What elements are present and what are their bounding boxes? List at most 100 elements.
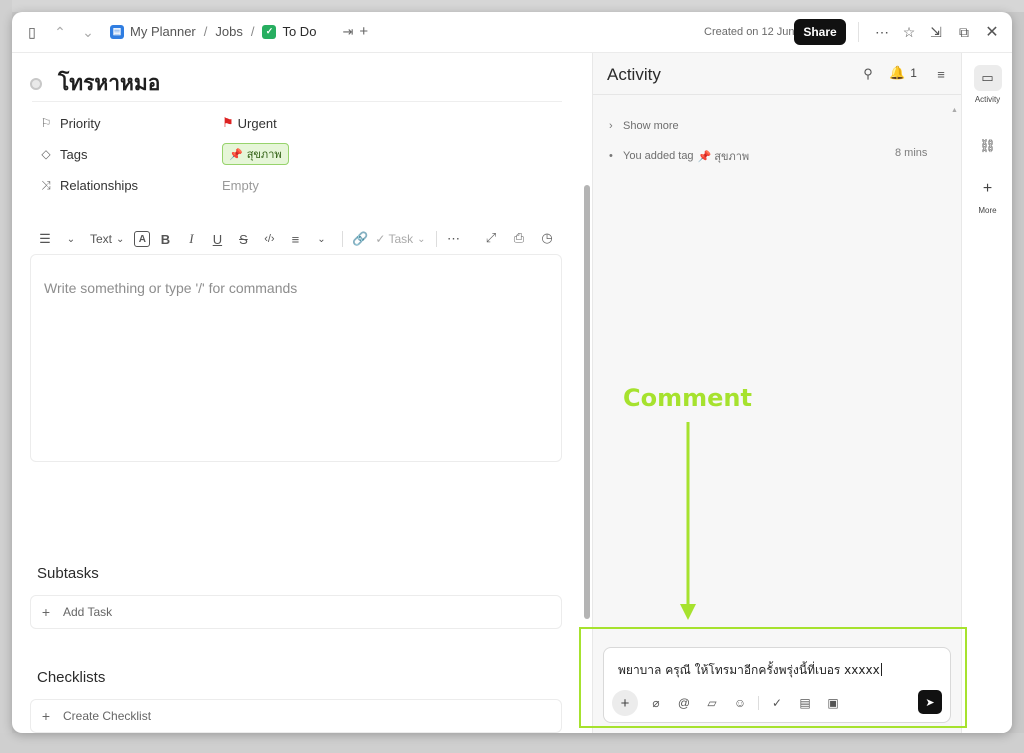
breadcrumb-separator: /: [203, 24, 208, 39]
checklists-title: Checklists: [37, 669, 106, 686]
strikethrough-icon[interactable]: S: [232, 228, 254, 250]
breadcrumb-to-do[interactable]: To Do: [282, 24, 316, 39]
minimize-icon[interactable]: ⇲: [926, 22, 946, 42]
activity-header: Activity ⚲ 🔔 1 ≡: [593, 53, 962, 95]
breadcrumb-my-planner[interactable]: My Planner: [130, 24, 196, 39]
pin-icon: 📌: [697, 150, 712, 163]
checkbox-icon: ✓: [262, 24, 277, 39]
show-more-button[interactable]: › Show more: [609, 120, 679, 132]
task-check-icon: ✓: [375, 232, 386, 246]
task-window: ▯ ⌃ ⌄ ▤ My Planner / Jobs / ✓ To Do ⇥ + …: [12, 12, 1012, 733]
flag-icon: ⚑: [222, 115, 234, 130]
priority-value: Urgent: [237, 115, 277, 131]
annotation-label: Comment: [623, 384, 752, 412]
editor-toolbar: ☰ ⌄ Text ⌄ A B I U S ‹/› ≡ ⌄ 🔗 ✓ Task ⌄ …: [34, 227, 469, 251]
chevron-down-icon[interactable]: ⌄: [310, 228, 332, 250]
history-icon[interactable]: ◷: [536, 227, 558, 249]
property-label: Priority: [60, 115, 101, 131]
relationships-value[interactable]: Empty: [222, 178, 259, 193]
chevron-down-icon: ⌄: [116, 233, 125, 245]
share-button[interactable]: Share: [794, 19, 846, 45]
topbar: ▯ ⌃ ⌄ ▤ My Planner / Jobs / ✓ To Do ⇥ + …: [12, 12, 1012, 53]
status-icon[interactable]: [30, 77, 42, 90]
task-details-pane: โทรหาหมอ ⚐ Priority ⚑ Urgent ◇ Tags 📌 สุ…: [12, 53, 592, 733]
search-icon[interactable]: ⚲: [859, 65, 877, 83]
list-icon[interactable]: ☰: [34, 228, 56, 250]
star-icon[interactable]: ☆: [899, 22, 919, 42]
right-rail: ▭ Activity ⛓ + More: [961, 53, 1012, 733]
italic-icon[interactable]: I: [180, 228, 202, 250]
breadcrumb: ▤ My Planner / Jobs / ✓ To Do ⇥ +: [110, 23, 368, 40]
plus-icon: +: [41, 604, 51, 620]
code-icon[interactable]: ‹/›: [258, 228, 280, 250]
comment-icon: ▭: [973, 65, 1002, 91]
chevron-right-icon: ›: [609, 120, 613, 132]
annotation-arrow: [680, 422, 696, 620]
fullscreen-icon[interactable]: ⤢: [480, 227, 502, 249]
rail-label: Activity: [974, 95, 1001, 104]
created-date: Created on 12 Jun: [704, 26, 795, 38]
link-icon[interactable]: 🔗: [349, 228, 371, 250]
rail-item-more[interactable]: + More: [962, 176, 1012, 215]
tag-chip[interactable]: 📌 สุขภาพ: [222, 143, 289, 165]
scroll-up-icon[interactable]: ▲: [951, 107, 958, 114]
bold-icon[interactable]: B: [154, 228, 176, 250]
bell-icon: 🔔: [889, 65, 906, 80]
rail-item-link[interactable]: ⛓: [962, 133, 1012, 159]
align-icon[interactable]: ≡: [284, 228, 306, 250]
plus-icon: +: [982, 180, 993, 197]
notifications-button[interactable]: 🔔 1: [889, 65, 917, 81]
activity-title: Activity: [607, 65, 661, 84]
add-icon[interactable]: +: [359, 23, 368, 40]
chevron-down-icon: ⌄: [417, 233, 426, 245]
create-checklist-button[interactable]: + Create Checklist: [30, 699, 562, 733]
link-icon: ⛓: [979, 138, 996, 153]
relationship-icon: ⤨: [41, 177, 51, 192]
tag-icon: ◇: [41, 147, 51, 161]
close-icon[interactable]: ✕: [982, 22, 1002, 42]
add-task-button[interactable]: + Add Task: [30, 595, 562, 629]
event-time: 8 mins: [895, 147, 928, 159]
sidebar-toggle-icon[interactable]: ▯: [22, 22, 42, 42]
rail-item-activity[interactable]: ▭ Activity: [962, 65, 1012, 104]
expand-icon[interactable]: ⧉: [954, 22, 974, 42]
more-options-icon[interactable]: ⋯: [872, 22, 892, 42]
background-left: [0, 0, 12, 753]
breadcrumb-separator: /: [250, 24, 255, 39]
scrollbar[interactable]: [584, 185, 590, 619]
bullet-icon: •: [609, 150, 613, 162]
title-divider: [32, 101, 562, 102]
text-color-icon[interactable]: A: [134, 231, 151, 247]
pin-icon: 📌: [229, 148, 243, 161]
flag-outline-icon: ⚐: [40, 116, 52, 130]
property-label: Tags: [60, 146, 88, 162]
planner-icon: ▤: [110, 24, 124, 39]
property-priority[interactable]: ⚐ Priority ⚑ Urgent: [38, 113, 277, 133]
more-options-icon[interactable]: ⋯: [443, 228, 465, 250]
topbar-divider: [858, 22, 859, 42]
chevron-down-icon[interactable]: ⌄: [78, 22, 98, 42]
task-dropdown[interactable]: ✓ Task ⌄: [375, 228, 425, 250]
annotation-highlight-box: [579, 627, 967, 728]
filter-icon[interactable]: ≡: [932, 65, 950, 83]
rail-label: More: [978, 206, 997, 215]
editor-placeholder: Write something or type '/' for commands: [44, 280, 298, 296]
background-strip: [0, 0, 1024, 12]
tag-label: สุขภาพ: [246, 149, 282, 161]
chevron-up-icon[interactable]: ⌃: [50, 22, 70, 42]
property-label: Relationships: [60, 177, 139, 193]
move-icon[interactable]: ⇥: [342, 24, 353, 40]
task-title[interactable]: โทรหาหมอ: [58, 67, 160, 100]
notification-count: 1: [910, 66, 917, 80]
event-tag: สุขภาพ: [714, 151, 750, 163]
subtasks-title: Subtasks: [37, 565, 99, 582]
event-text: You added tag: [623, 150, 694, 162]
text-style-dropdown[interactable]: Text ⌄: [90, 228, 124, 250]
print-icon[interactable]: ⎙: [508, 227, 530, 249]
chevron-down-icon[interactable]: ⌄: [60, 228, 82, 250]
property-relationships[interactable]: ⤨ Relationships Empty: [38, 175, 259, 195]
property-tags[interactable]: ◇ Tags 📌 สุขภาพ: [38, 143, 289, 165]
breadcrumb-jobs[interactable]: Jobs: [215, 24, 242, 39]
plus-icon: +: [41, 708, 51, 724]
underline-icon[interactable]: U: [206, 228, 228, 250]
